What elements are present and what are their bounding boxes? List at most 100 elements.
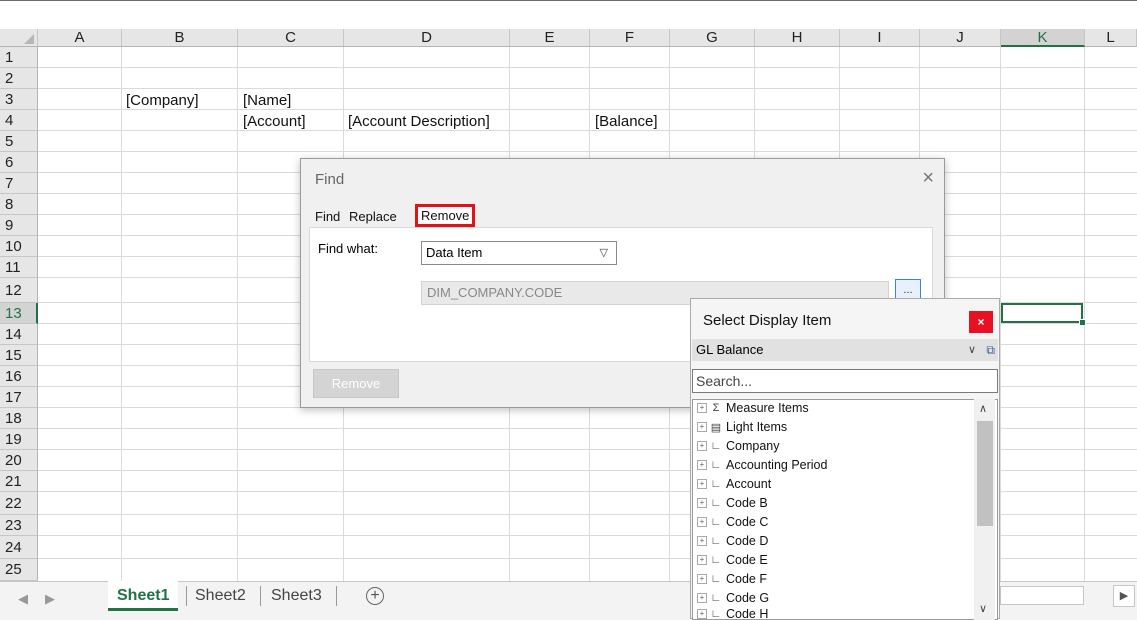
row-header-23[interactable]: 23 [0,515,38,536]
column-header-g[interactable]: G [670,29,755,47]
row-header-20[interactable]: 20 [0,450,38,471]
row-header-25[interactable]: 25 [0,559,38,581]
expand-icon[interactable]: + [697,517,707,527]
row-header-13[interactable]: 13 [0,303,38,324]
row-header-7[interactable]: 7 [0,173,38,194]
select-all-corner[interactable] [0,29,38,47]
search-input[interactable]: Search... [692,369,998,393]
row-header-12[interactable]: 12 [0,278,38,303]
tree-item-company[interactable]: + ∟ Company [697,439,780,453]
row-header-14[interactable]: 14 [0,324,38,345]
expand-icon[interactable]: + [697,609,707,619]
row-header-18[interactable]: 18 [0,408,38,429]
tree-item-code-e[interactable]: + ∟ Code E [697,553,768,567]
expand-icon[interactable]: + [697,403,707,413]
cell-f4[interactable]: [Balance] [595,113,658,130]
cell-c3[interactable]: [Name] [243,92,291,109]
scroll-right-arrow-icon[interactable]: ▶ [1113,585,1135,607]
expand-icon[interactable]: + [697,441,707,451]
horizontal-scrollbar[interactable] [1000,586,1084,605]
row-header-21[interactable]: 21 [0,471,38,492]
column-header-b[interactable]: B [122,29,238,47]
column-header-c[interactable]: C [238,29,344,47]
close-icon[interactable]: × [969,311,993,333]
row-header-4[interactable]: 4 [0,110,38,131]
tree-item-code-h[interactable]: + ∟ Code H [697,609,768,619]
tree-item-label: Accounting Period [726,458,828,472]
cell-b3[interactable]: [Company] [126,92,199,109]
gridline [1084,47,1085,581]
scroll-right-icon[interactable]: ▶ [45,591,55,607]
row-header-3[interactable]: 3 [0,89,38,110]
tree-item-label: Code G [726,591,770,605]
tree-item-measure-items[interactable]: + Σ Measure Items [697,401,809,415]
chevron-down-icon[interactable]: ∨ [979,602,987,615]
source-value: GL Balance [696,342,764,357]
row-header-2[interactable]: 2 [0,68,38,89]
expand-icon[interactable]: + [697,498,707,508]
row-header-15[interactable]: 15 [0,345,38,366]
sheet-tab-sheet1[interactable]: Sheet1 [108,581,179,611]
tab-remove[interactable]: Remove [415,204,476,227]
row-header-6[interactable]: 6 [0,152,38,173]
source-dropdown[interactable]: GL Balance ∨ ⧉ [692,339,998,361]
expand-icon[interactable]: + [697,555,707,565]
row-header-9[interactable]: 9 [0,215,38,236]
row-header-22[interactable]: 22 [0,492,38,515]
column-header-h[interactable]: H [755,29,840,47]
tree-item-code-c[interactable]: + ∟ Code C [697,515,768,529]
remove-button[interactable]: Remove [313,369,399,398]
tree-item-code-g[interactable]: + ∟ Code G [697,591,769,605]
scroll-left-icon[interactable]: ◀ [18,591,28,607]
expand-icon[interactable]: + [697,593,707,603]
row-header-19[interactable]: 19 [0,429,38,450]
find-what-dropdown[interactable]: Data Item ▽ [421,241,617,265]
gridline [237,47,238,581]
row-header-1[interactable]: 1 [0,47,38,68]
column-header-i[interactable]: I [840,29,920,47]
tree-item-code-d[interactable]: + ∟ Code D [697,534,768,548]
column-header-f[interactable]: F [590,29,670,47]
tree-item-code-f[interactable]: + ∟ Code F [697,572,767,586]
cell-d4[interactable]: [Account Description] [348,113,490,130]
selected-cell-k13[interactable] [1001,303,1086,326]
chevron-up-icon[interactable]: ∧ [979,402,987,415]
column-header-e[interactable]: E [510,29,590,47]
expand-icon[interactable]: + [697,479,707,489]
row-header-8[interactable]: 8 [0,194,38,215]
find-what-label: Find what: [318,241,378,256]
row-header-11[interactable]: 11 [0,257,38,278]
tree-item-light-items[interactable]: + ▤ Light Items [697,420,787,434]
sheet-tab-sheet2[interactable]: Sheet2 [186,581,255,611]
tab-replace[interactable]: Replace [349,209,397,224]
gridline [38,130,1137,131]
row-header-24[interactable]: 24 [0,536,38,559]
scrollbar-thumb[interactable] [977,421,993,526]
sheet-tab-sheet3[interactable]: Sheet3 [262,581,331,611]
tab-find[interactable]: Find [315,209,340,224]
tree-item-label: Measure Items [726,401,809,415]
chevron-down-icon: ▽ [599,247,608,259]
column-header-a[interactable]: A [38,29,122,47]
expand-icon[interactable]: + [697,422,707,432]
column-header-k[interactable]: K [1001,29,1085,47]
tree-item-code-b[interactable]: + ∟ Code B [697,496,768,510]
column-header-j[interactable]: J [920,29,1001,47]
cell-c4[interactable]: [Account] [243,113,306,130]
tree-item-accounting-period[interactable]: + ∟ Accounting Period [697,458,827,472]
dimension-icon: ∟ [710,573,722,585]
expand-icon[interactable]: + [697,536,707,546]
tree-item-label: Code E [726,553,768,567]
expand-icon[interactable]: + [697,574,707,584]
row-header-17[interactable]: 17 [0,387,38,408]
add-sheet-icon[interactable]: + [366,587,384,605]
column-header-d[interactable]: D [344,29,510,47]
expand-icon[interactable]: + [697,460,707,470]
row-header-10[interactable]: 10 [0,236,38,257]
tree-item-account[interactable]: + ∟ Account [697,477,771,491]
column-header-l[interactable]: L [1085,29,1137,47]
filter-icon[interactable]: ⧉ [986,339,995,361]
row-header-5[interactable]: 5 [0,131,38,152]
close-icon[interactable]: × [922,167,934,190]
row-header-16[interactable]: 16 [0,366,38,387]
